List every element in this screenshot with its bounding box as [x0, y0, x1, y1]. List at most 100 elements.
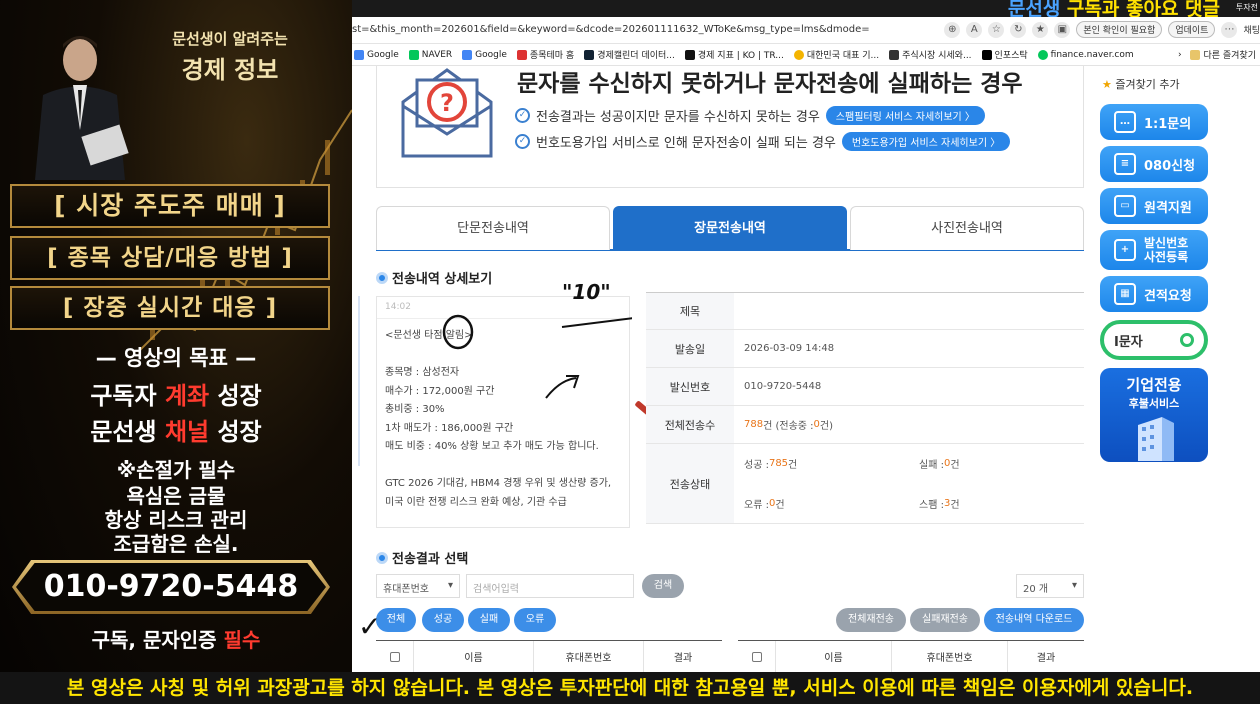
notice-title: 문자를 수신하지 못하거나 문자전송에 실패하는 경우 [517, 71, 1023, 97]
status-fail: 실패 : 0 건 [919, 458, 960, 472]
chip-error[interactable]: 오류 [514, 608, 556, 632]
bookmark-google-2[interactable]: Google [462, 49, 507, 60]
bookmark-theme[interactable]: 종목테마 홈 [516, 48, 574, 61]
loader-icon [793, 49, 804, 60]
sidebar-remote-support[interactable]: ▭ 원격지원 [1100, 188, 1208, 224]
tab-mms-history[interactable]: 사진전송내역 [850, 206, 1084, 250]
promo-phone-badge: 010-9720-5448 [12, 560, 330, 614]
promo-phone-number: 010-9720-5448 [16, 563, 326, 611]
folder-icon [1190, 49, 1201, 60]
sidebar-search[interactable]: I문자 [1100, 320, 1208, 360]
promo-subtitle: 문선생이 알려주는 [172, 30, 288, 48]
svg-text:?: ? [440, 89, 454, 117]
bookmark-naver[interactable]: NAVER [408, 49, 452, 60]
disclaimer-banner: 본 영상은 사칭 및 허위 과장광고를 하지 않습니다. 본 영상은 투자판단에… [0, 672, 1260, 704]
other-bookmarks[interactable]: › 다른 즐겨찾기 [1178, 48, 1256, 61]
sidebar-quote[interactable]: ▦ 견적요청 [1100, 276, 1208, 312]
spam-filter-info-button[interactable]: 스팸필터링 서비스 자세히보기 〉 [825, 106, 985, 125]
caret-down-icon: ▾ [1071, 580, 1077, 591]
col-phone: 휴대폰번호 [534, 641, 644, 672]
status-success: 성공 : 785 건 [744, 458, 798, 472]
browser-toolbar: ⊕ A ☆ ↻ ★ ▣ 본인 확인이 필요함 업데이트 ⋯ 채팅 [944, 21, 1260, 38]
search-button[interactable]: 검색 [642, 574, 684, 598]
results-table-header-left: 이름 휴대폰번호 결과 [376, 640, 722, 672]
favorites-icon[interactable]: ★ [1032, 21, 1049, 38]
chip-success[interactable]: 성공 [422, 608, 464, 632]
monitor-icon: ▭ [1114, 195, 1136, 217]
resend-failed-button[interactable]: 실패재전송 [910, 608, 980, 632]
bullet-icon [376, 271, 388, 284]
chip-fail[interactable]: 실패 [468, 608, 510, 632]
bookmark-naver-finance[interactable]: finance.naver.com [1037, 49, 1134, 60]
sidebar-080[interactable]: ≡ 080신청 [1100, 146, 1208, 182]
promo-title: 경제 정보 [181, 56, 279, 84]
building-icon [1138, 417, 1174, 461]
more-icon[interactable]: ⋯ [1221, 21, 1238, 38]
search-icon [1180, 333, 1194, 347]
promo-box-2: [ 종목 상담/대응 방법 ] [10, 236, 330, 280]
col-phone: 휴대폰번호 [892, 641, 1008, 672]
results-section-heading: 전송결과 선택 [376, 548, 468, 567]
verify-identity-button[interactable]: 본인 확인이 필요함 [1076, 21, 1163, 38]
detail-row-status: 전송상태 성공 : 785 건 실패 : 0 건 오류 : 0 건 스팸 : 3… [646, 444, 1084, 524]
page-content: ? 문자를 수신하지 못하거나 문자전송에 실패하는 경우 ✓ 전송결과는 성공… [352, 66, 1260, 672]
col-name: 이름 [414, 641, 534, 672]
bookmark-google[interactable]: Google [354, 49, 399, 60]
left-scroll-edge [352, 296, 360, 466]
notice-row-2: ✓ 번호도용가입 서비스로 인해 문자전송이 실패 되는 경우 번호도용가입 서… [515, 132, 1011, 151]
tab-sms-history[interactable]: 단문전송내역 [376, 206, 610, 250]
address-bar[interactable]: st=&this_month=202601&field=&keyword=&dc… [352, 17, 1260, 44]
zoom-icon[interactable]: ⊕ [944, 21, 961, 38]
bookmark-indicators[interactable]: 경제 지표 | KO | TR... [684, 48, 784, 61]
bookmark-stock-market[interactable]: 주식시장 시세와... [889, 48, 972, 61]
h-icon [584, 49, 595, 60]
sidebar-inquiry[interactable]: … 1:1문의 [1100, 104, 1208, 140]
page-size-select[interactable]: 20 개 ▾ [1016, 574, 1084, 598]
read-aloud-icon[interactable]: A [966, 21, 983, 38]
bookmark-infostock[interactable]: 인포스탁 [981, 48, 1028, 61]
bookmarks-bar: Google NAVER Google 종목테마 홈 경제캘린더 데이터... … [352, 44, 1260, 66]
failure-notice: ? 문자를 수신하지 못하거나 문자전송에 실패하는 경우 ✓ 전송결과는 성공… [376, 66, 1084, 188]
search-input[interactable]: 검색어입력 [466, 574, 634, 598]
note-line-1: ※손절가 필수 [116, 458, 236, 482]
update-button[interactable]: 업데이트 [1168, 21, 1216, 38]
add-favorite-link[interactable]: ★ 즐겨찾기 추가 [1102, 76, 1180, 92]
col-result: 결과 [1036, 653, 1056, 664]
number-theft-info-button[interactable]: 번호도용가입 서비스 자세히보기 〉 [841, 132, 1011, 151]
chip-all[interactable]: 전체 [376, 608, 416, 632]
detail-row-total: 전체전송수 788 건 (전송중 : 0 건) [646, 406, 1084, 444]
chat-button[interactable]: 채팅 [1243, 23, 1260, 36]
caret-down-icon: ▾ [447, 580, 453, 591]
sidebar-sender-register[interactable]: + 발신번호 사전등록 [1100, 230, 1208, 270]
download-history-button[interactable]: 전송내역 다운로드 [984, 608, 1084, 632]
bullet-icon [376, 551, 388, 564]
col-name: 이름 [776, 641, 892, 672]
caption-corner: 투자전 [1235, 3, 1258, 12]
detail-row-sender: 발신번호 010-9720-5448 [646, 368, 1084, 406]
field-select[interactable]: 휴대폰번호 ▾ [376, 574, 460, 598]
select-all-checkbox[interactable] [751, 651, 762, 662]
promo-panel: 문선생이 알려주는 경제 정보 [ 시장 주도주 매매 ] [ 종목 상담/대응… [0, 0, 352, 704]
bookmark-korea[interactable]: 대한민국 대표 기... [793, 48, 879, 61]
calculator-icon: ▦ [1114, 283, 1136, 305]
detail-row-subject: 제목 [646, 292, 1084, 330]
chat-bubble-icon: … [1114, 111, 1136, 133]
status-error: 오류 : 0 건 [744, 497, 785, 511]
handwriting-annotations [442, 314, 632, 399]
star-icon[interactable]: ☆ [988, 21, 1005, 38]
resend-all-button[interactable]: 전체재전송 [836, 608, 906, 632]
chevron-right-icon: › [1177, 49, 1182, 60]
chart-icon [684, 49, 695, 60]
collections-icon[interactable]: ▣ [1054, 21, 1071, 38]
google-icon [354, 49, 364, 60]
enterprise-banner[interactable]: 기업전용 후불서비스 [1100, 368, 1208, 462]
select-all-checkbox[interactable] [389, 651, 400, 662]
inv-icon [889, 49, 900, 60]
star-icon: ★ [1102, 78, 1112, 91]
handwritten-note: "10" [562, 280, 611, 304]
refresh-icon[interactable]: ↻ [1010, 21, 1027, 38]
url-text[interactable]: st=&this_month=202601&field=&keyword=&dc… [352, 24, 870, 35]
tab-lms-history[interactable]: 장문전송내역 [613, 206, 847, 250]
document-icon: ≡ [1114, 153, 1136, 175]
bookmark-calendar[interactable]: 경제캘린더 데이터... [584, 48, 675, 61]
